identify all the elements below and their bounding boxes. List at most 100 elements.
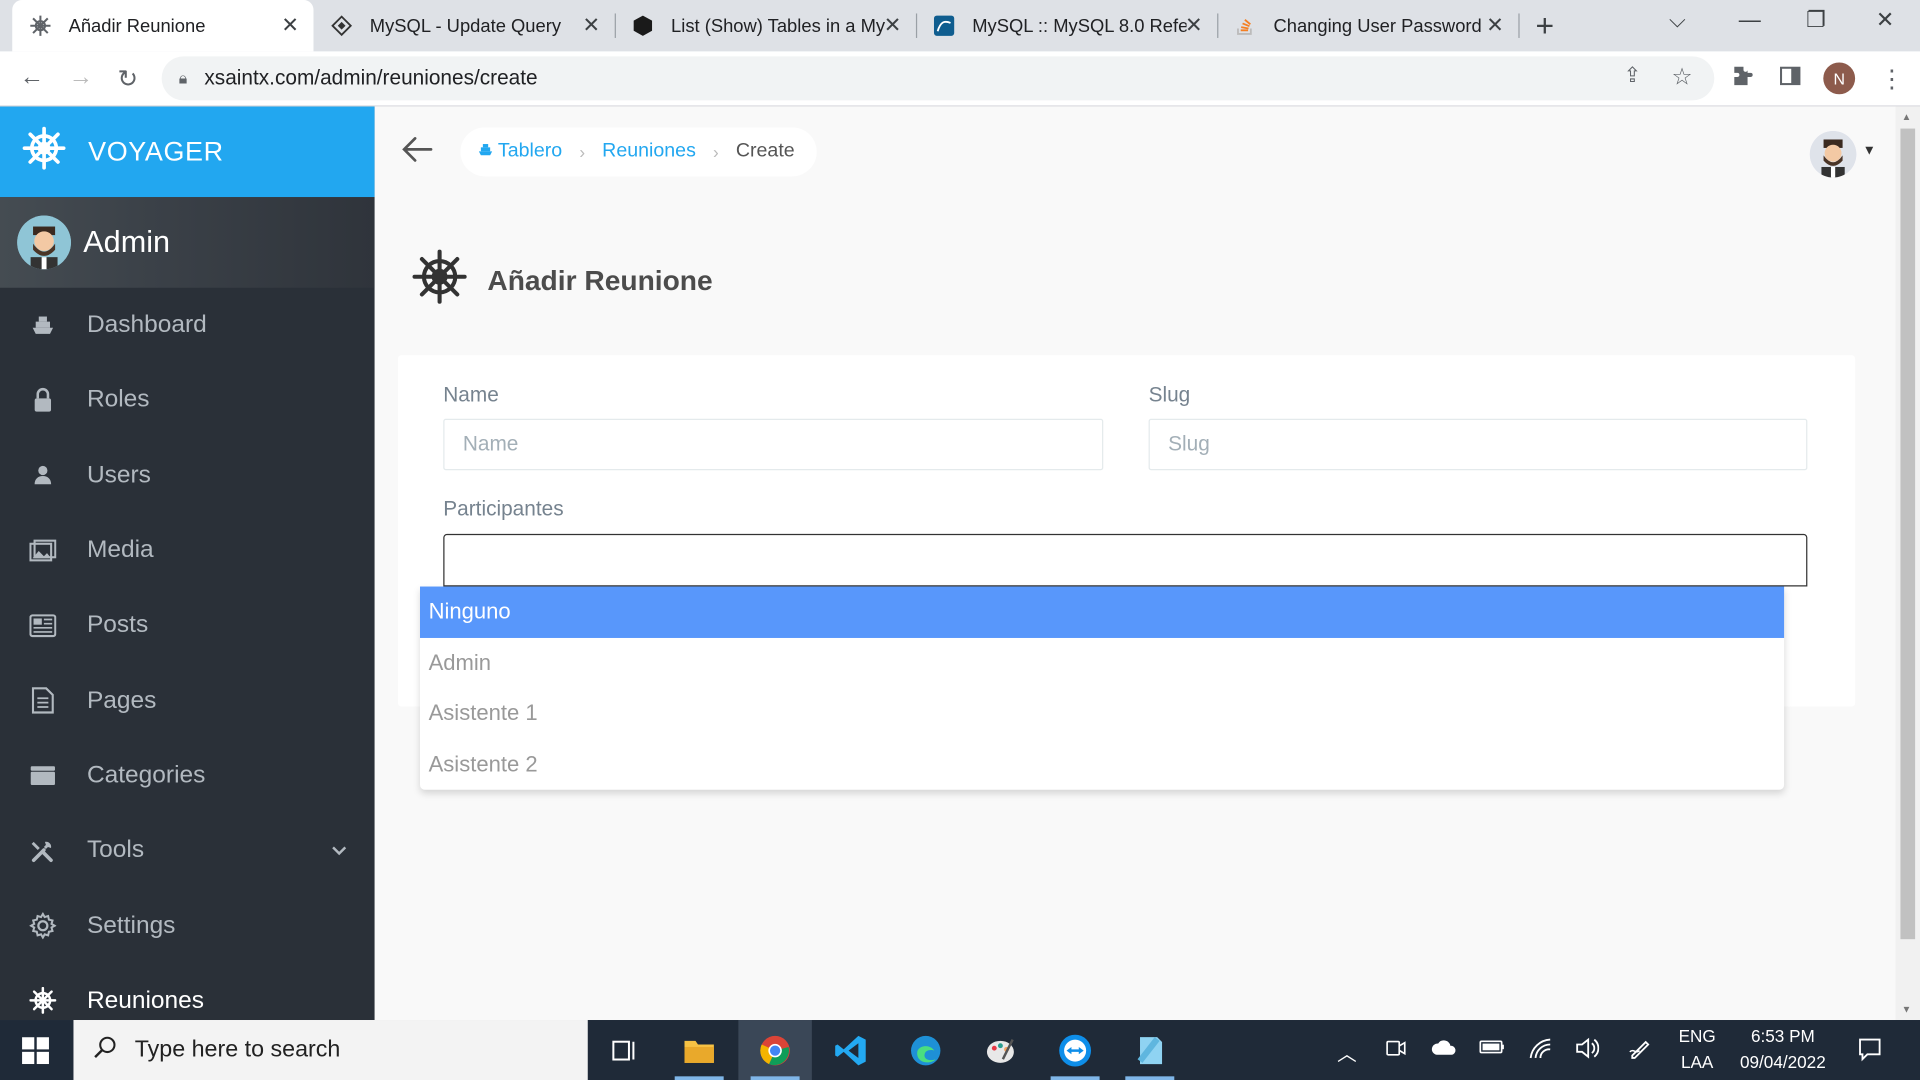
- tab-changing-password[interactable]: Changing User Password ✕: [1217, 0, 1518, 51]
- sidebar-item-users[interactable]: Users: [0, 438, 375, 513]
- participantes-select-search[interactable]: [443, 533, 1808, 587]
- browser-toolbar: ← → ↻ 🔒︎ xsaintx.com/admin/reuniones/cre…: [0, 51, 1920, 107]
- close-icon[interactable]: ✕: [1185, 13, 1202, 37]
- sidebar-item-reuniones[interactable]: Reuniones: [0, 963, 375, 1020]
- close-icon[interactable]: ✕: [884, 13, 901, 37]
- notifications-icon[interactable]: [1858, 1037, 1882, 1068]
- sidebar-item-label: Categories: [86, 761, 206, 789]
- sidebar-item-posts[interactable]: Posts: [0, 588, 375, 663]
- images-icon: [29, 537, 57, 564]
- sidebar-item-label: Dashboard: [86, 311, 207, 339]
- clock[interactable]: 6:53 PM 09/04/2022: [1729, 1024, 1837, 1075]
- file-explorer-icon[interactable]: [662, 1020, 735, 1080]
- sidebar-item-media[interactable]: Media: [0, 513, 375, 588]
- windows-start-icon[interactable]: [22, 1037, 49, 1070]
- participantes-dropdown: Ninguno Admin Asistente 1 Asistente 2: [420, 586, 1785, 790]
- name-label: Name: [443, 383, 499, 407]
- tab-mysql-update[interactable]: MySQL - Update Query ✕: [313, 0, 614, 51]
- back-arrow-icon[interactable]: ←: [20, 64, 44, 92]
- star-icon[interactable]: ☆: [1671, 64, 1692, 92]
- tab-anadir-reunione[interactable]: Añadir Reunione ✕: [12, 0, 314, 52]
- window-close-button[interactable]: ✕: [1876, 7, 1894, 33]
- notepad-icon[interactable]: [1113, 1020, 1186, 1080]
- page-scrollbar[interactable]: ▲ ▼: [1895, 106, 1920, 1021]
- mysql-icon: [933, 15, 955, 37]
- chrome-icon[interactable]: [738, 1020, 812, 1080]
- sidebar-item-categories[interactable]: Categories: [0, 738, 375, 813]
- task-view-icon[interactable]: [588, 1020, 661, 1080]
- file-icon: [29, 687, 56, 714]
- lock-icon: 🔒︎: [178, 68, 188, 87]
- name-field[interactable]: Name: [443, 418, 1104, 471]
- sidebar-item-roles[interactable]: Roles: [0, 363, 375, 438]
- sidebar-item-tools[interactable]: Tools: [0, 813, 375, 888]
- reload-icon[interactable]: ↻: [118, 64, 139, 95]
- scroll-up-arrow-icon[interactable]: ▲: [1902, 111, 1912, 122]
- edge-icon[interactable]: [889, 1020, 962, 1080]
- vscode-icon[interactable]: [814, 1020, 887, 1080]
- scrollbar-thumb[interactable]: [1900, 128, 1916, 940]
- wifi-icon[interactable]: [1528, 1037, 1552, 1065]
- page-title: Añadir Reunione: [411, 249, 713, 313]
- close-icon[interactable]: ✕: [1486, 13, 1503, 37]
- chevron-up-icon[interactable]: ︿: [1337, 1037, 1357, 1066]
- paint-icon[interactable]: [964, 1020, 1037, 1080]
- close-icon[interactable]: ✕: [583, 13, 600, 37]
- user-avatar[interactable]: [1809, 131, 1857, 178]
- hexagon-icon: [632, 15, 654, 37]
- clock-time: 6:53 PM: [1750, 1026, 1815, 1046]
- back-arrow-icon[interactable]: [402, 133, 434, 171]
- option-ninguno[interactable]: Ninguno: [420, 586, 1785, 638]
- new-tab-button[interactable]: +: [1536, 7, 1555, 45]
- address-bar[interactable]: 🔒︎ xsaintx.com/admin/reuniones/create: [161, 56, 1715, 101]
- lock-icon: [29, 387, 56, 414]
- profile-avatar[interactable]: N: [1823, 62, 1856, 95]
- participantes-label: Participantes: [443, 497, 564, 521]
- helm-icon: [29, 987, 57, 1015]
- battery-icon[interactable]: [1479, 1037, 1506, 1063]
- folder-icon: [29, 762, 56, 789]
- chevron-right-icon: ›: [713, 142, 719, 162]
- meet-now-icon[interactable]: [1385, 1037, 1407, 1065]
- sidebar-item-settings[interactable]: Settings: [0, 888, 375, 963]
- option-asistente-1[interactable]: Asistente 1: [420, 688, 1784, 739]
- taskbar-search[interactable]: Type here to search: [73, 1020, 588, 1080]
- volume-icon[interactable]: [1575, 1037, 1600, 1065]
- tab-list-tables[interactable]: List (Show) Tables in a My ✕: [615, 0, 916, 51]
- brand[interactable]: VOYAGER: [0, 106, 375, 198]
- breadcrumb-section[interactable]: Reuniones: [602, 141, 696, 163]
- sidebar-item-label: Posts: [86, 611, 149, 639]
- slug-label: Slug: [1148, 383, 1191, 407]
- forward-arrow-icon[interactable]: →: [69, 64, 93, 92]
- share-icon[interactable]: ⇪: [1624, 64, 1641, 88]
- main-content: Tablero › Reuniones › Create ▼ Añadir Re…: [374, 106, 1896, 1021]
- sidebar-item-pages[interactable]: Pages: [0, 663, 375, 738]
- sidebar-profile[interactable]: Admin: [0, 197, 375, 288]
- slug-field[interactable]: Slug: [1148, 418, 1808, 471]
- taskbar-search-placeholder: Type here to search: [134, 1036, 341, 1063]
- side-panel-icon[interactable]: [1778, 64, 1802, 96]
- tab-mysql-reference[interactable]: MySQL :: MySQL 8.0 Refer ✕: [916, 0, 1217, 51]
- minimize-button[interactable]: —: [1739, 7, 1761, 33]
- sidebar-item-label: Pages: [86, 686, 157, 714]
- language-indicator[interactable]: ENG LAA: [1670, 1024, 1724, 1075]
- restore-button[interactable]: ❐: [1806, 7, 1826, 33]
- pen-icon[interactable]: [1629, 1037, 1653, 1065]
- caret-down-icon[interactable]: ▼: [1863, 143, 1876, 158]
- option-admin[interactable]: Admin: [420, 637, 1784, 688]
- option-asistente-2[interactable]: Asistente 2: [420, 739, 1784, 790]
- active-indicator: [1050, 1076, 1100, 1080]
- scroll-down-arrow-icon[interactable]: ▼: [1902, 1004, 1912, 1015]
- onedrive-icon[interactable]: [1430, 1037, 1457, 1063]
- boat-icon: [29, 312, 56, 339]
- menu-kebab-icon[interactable]: ⋮: [1880, 64, 1904, 95]
- breadcrumb-home[interactable]: Tablero: [478, 141, 562, 163]
- teamviewer-icon[interactable]: [1038, 1020, 1111, 1080]
- tab-search-chevron-icon[interactable]: ⌵: [1669, 7, 1686, 33]
- close-icon[interactable]: ✕: [281, 13, 298, 37]
- tab-title: List (Show) Tables in a My: [671, 15, 886, 37]
- sidebar-item-dashboard[interactable]: Dashboard: [0, 288, 375, 363]
- tools-icon: [29, 837, 56, 864]
- sidebar-item-label: Roles: [86, 386, 150, 414]
- extensions-icon[interactable]: [1730, 64, 1754, 96]
